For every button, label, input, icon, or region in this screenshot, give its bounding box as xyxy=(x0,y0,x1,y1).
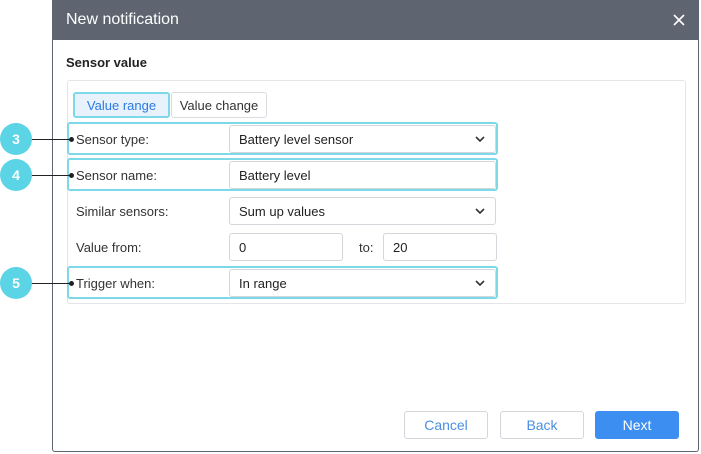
trigger-when-label: Trigger when: xyxy=(76,276,155,291)
similar-sensors-label: Similar sensors: xyxy=(76,204,169,219)
chevron-down-icon xyxy=(475,136,485,143)
section-title: Sensor value xyxy=(66,55,147,70)
callout-dot xyxy=(69,281,74,286)
sensor-name-label: Sensor name: xyxy=(76,168,157,183)
value-to-value: 20 xyxy=(393,239,408,255)
back-button[interactable]: Back xyxy=(500,411,584,439)
callout-badge-5: 5 xyxy=(0,267,32,299)
cancel-button[interactable]: Cancel xyxy=(404,411,488,439)
sensor-name-value: Battery level xyxy=(239,167,311,183)
sensor-type-label: Sensor type: xyxy=(76,132,149,147)
callout-badge-4: 4 xyxy=(0,159,32,191)
similar-sensors-value: Sum up values xyxy=(239,203,325,219)
chevron-down-icon xyxy=(475,280,485,287)
sensor-name-input[interactable]: Battery level xyxy=(229,161,496,189)
trigger-when-value: In range xyxy=(239,275,287,291)
callout-dot xyxy=(69,173,74,178)
new-notification-dialog: New notification Sensor value Value rang… xyxy=(52,0,699,452)
callout-badge-3: 3 xyxy=(0,123,32,155)
dialog-titlebar: New notification xyxy=(53,0,698,40)
close-icon[interactable] xyxy=(668,9,690,31)
similar-sensors-select[interactable]: Sum up values xyxy=(229,197,496,225)
sensor-type-value: Battery level sensor xyxy=(239,131,354,147)
value-from-label: Value from: xyxy=(76,240,142,255)
tab-value-change[interactable]: Value change xyxy=(171,92,267,118)
callout-line xyxy=(32,283,72,284)
callout-line xyxy=(32,139,72,140)
next-button[interactable]: Next xyxy=(595,411,679,439)
value-to-input[interactable]: 20 xyxy=(383,233,497,261)
sensor-type-select[interactable]: Battery level sensor xyxy=(229,125,496,153)
callout-dot xyxy=(69,137,74,142)
callout-line xyxy=(32,175,72,176)
value-to-label: to: xyxy=(359,240,374,255)
chevron-down-icon xyxy=(475,208,485,215)
value-from-value: 0 xyxy=(239,239,247,255)
value-from-input[interactable]: 0 xyxy=(229,233,343,261)
tab-value-range[interactable]: Value range xyxy=(73,92,170,118)
trigger-when-select[interactable]: In range xyxy=(229,269,496,297)
dialog-title: New notification xyxy=(66,11,179,28)
sensor-value-panel: Value range Value change Sensor type: Ba… xyxy=(67,80,686,304)
